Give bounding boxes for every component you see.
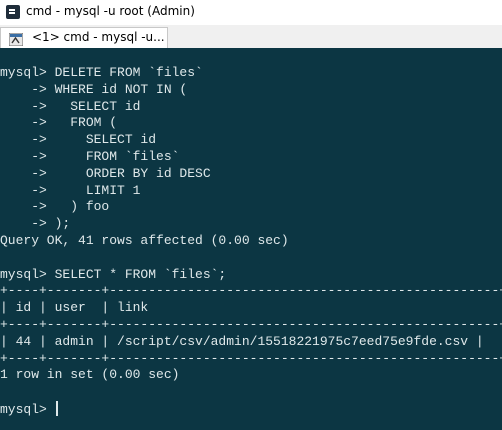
terminal-line: mysql> SELECT * FROM `files`; <box>0 266 227 282</box>
window-title: cmd - mysql -u root (Admin) <box>26 4 195 18</box>
terminal-output[interactable]: mysql> DELETE FROM `files` -> WHERE id N… <box>0 48 502 430</box>
result-table-border: +----+-------+--------------------------… <box>0 283 502 299</box>
cmder-lambda-icon <box>8 31 24 47</box>
result-table-row: | 44 | admin | /script/csv/admin/1551822… <box>0 333 484 349</box>
result-table-border: +----+-------+--------------------------… <box>0 350 502 366</box>
tab-console-1[interactable]: <1> cmd - mysql -u... <box>0 27 168 48</box>
result-table-border: +----+-------+--------------------------… <box>0 316 502 332</box>
result-table-header: | id | user | link | <box>0 300 502 316</box>
row-count-status: 1 row in set (0.00 sec) <box>0 367 180 383</box>
terminal-line: -> WHERE id NOT IN ( <box>0 81 188 97</box>
terminal-line: -> ) foo <box>0 199 110 215</box>
tab-label: <1> cmd - mysql -u... <box>32 30 165 44</box>
text-cursor <box>55 400 58 416</box>
console-icon <box>6 5 20 19</box>
prompt-text: mysql> <box>0 401 55 417</box>
terminal-line: -> ); <box>0 216 71 232</box>
title-bar[interactable]: cmd - mysql -u root (Admin) <box>0 0 502 25</box>
terminal-line: -> SELECT id <box>0 98 141 114</box>
terminal-line: -> FROM ( <box>0 115 118 131</box>
terminal-lines: mysql> DELETE FROM `files` -> WHERE id N… <box>0 65 502 418</box>
mysql-prompt[interactable]: mysql> <box>0 400 502 418</box>
terminal-line: -> ORDER BY id DESC <box>0 165 211 181</box>
tab-bar: <1> cmd - mysql -u... <box>0 25 502 48</box>
terminal-line: mysql> DELETE FROM `files` <box>0 65 203 80</box>
query-result-status: Query OK, 41 rows affected (0.00 sec) <box>0 232 289 248</box>
terminal-line: -> LIMIT 1 <box>0 182 141 198</box>
terminal-line: -> FROM `files` <box>0 148 180 164</box>
terminal-line: -> SELECT id <box>0 132 157 148</box>
